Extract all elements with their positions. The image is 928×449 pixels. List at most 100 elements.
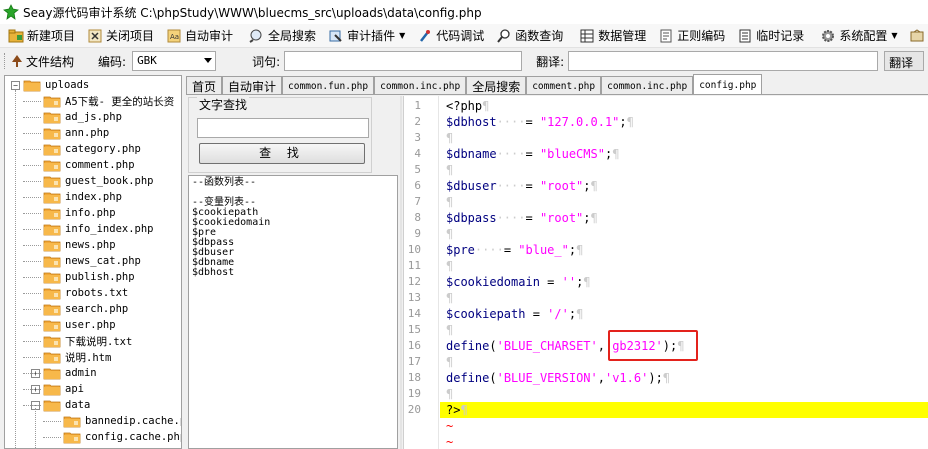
tree-file[interactable]: news.php (31, 237, 116, 253)
code-line[interactable]: ¶ (446, 290, 453, 306)
menu-data-manage[interactable]: 数据管理 (577, 25, 650, 47)
find-button[interactable]: 查 找 (199, 143, 365, 164)
tab-4[interactable]: 全局搜索 (466, 76, 527, 95)
tree-file[interactable]: 下载说明.txt (31, 333, 132, 349)
panel-splitter[interactable] (400, 96, 402, 449)
tree-item-label: user.php (65, 319, 116, 331)
variable-item[interactable]: $dbhost (192, 268, 394, 278)
tree-file[interactable]: search.php (31, 301, 128, 317)
menu-about[interactable]: 关于系统 (907, 25, 928, 47)
line-number: 17 (407, 355, 421, 368)
word-input[interactable] (284, 51, 523, 71)
code-token: , (597, 339, 605, 353)
line-number: 12 (407, 275, 421, 288)
tree-file[interactable]: info_index.php (31, 221, 154, 237)
chevron-down-icon: ▼ (399, 31, 406, 40)
code-line[interactable]: $cookiedomain = '';¶ (446, 274, 591, 290)
menu-function-search[interactable]: 函数查询 (494, 25, 567, 47)
tree-file[interactable]: publish.php (31, 269, 135, 285)
tab-0[interactable]: 首页 (186, 76, 223, 95)
menu-new-project[interactable]: 新建项目 (6, 25, 79, 47)
tree-file[interactable]: bannedip.cache.p (51, 413, 181, 429)
tree-line (23, 373, 41, 374)
tree-file[interactable]: 说明.htm (31, 349, 111, 365)
code-line[interactable]: <?php¶ (446, 98, 489, 114)
tree-file[interactable]: config.cache.php (51, 429, 182, 445)
svg-text:Aa: Aa (170, 33, 179, 41)
code-line[interactable]: ¶ (446, 130, 453, 146)
tree-file[interactable]: news_cat.php (31, 253, 141, 269)
code-line[interactable]: define('BLUE_VERSION','v1.6');¶ (446, 370, 670, 386)
code-line[interactable]: ¶ (446, 322, 453, 338)
code-line[interactable]: $pre····= "blue_";¶ (446, 242, 583, 258)
code-line[interactable]: ¶ (446, 194, 453, 210)
line-number: 20 (407, 403, 421, 416)
tree-file[interactable]: robots.txt (31, 285, 128, 301)
tree-file[interactable]: A5下载- 更全的站长资 (31, 93, 174, 109)
menu-global-search[interactable]: 全局搜索 (247, 25, 320, 47)
menu-plugin[interactable]: 审计插件 ▼ (326, 25, 409, 47)
tab-config-php[interactable]: config.php (693, 74, 763, 95)
menu-label: 代码调试 (436, 29, 485, 43)
code-token: ; (583, 211, 591, 225)
tree-file[interactable]: guest_book.php (31, 173, 154, 189)
tree-file[interactable]: ad_js.php (31, 109, 122, 125)
code-line[interactable]: $dbpass····= "root";¶ (446, 210, 598, 226)
tab-comment-php[interactable]: comment.php (526, 76, 602, 95)
file-icon (43, 94, 61, 108)
code-line[interactable]: ¶ (446, 386, 453, 402)
translate-input[interactable] (568, 51, 879, 71)
tree-file[interactable]: index.php (31, 189, 122, 205)
menu-temp-note[interactable]: 临时记录 (735, 25, 808, 47)
tab-common-inc-php[interactable]: common.inc.php (601, 76, 694, 95)
code-editor[interactable]: 1 2 3 4 5 6 7 8 9 10 11 12 13 14 15 16 17 18 19 20 <?php¶ $d… (403, 96, 928, 449)
tree-file[interactable]: info.php (31, 205, 116, 221)
tab-common-inc-php[interactable]: common.inc.php (374, 76, 467, 95)
file-icon (43, 238, 61, 252)
eol-marker: ¶ (626, 115, 634, 129)
text-search-input[interactable] (197, 118, 369, 138)
code-token: , (597, 371, 605, 385)
code-line[interactable]: ¶ (446, 354, 453, 370)
tab-1[interactable]: 自动审计 (222, 76, 283, 95)
tree-file[interactable]: category.php (31, 141, 141, 157)
variable-item[interactable]: $cookiedomain (192, 218, 394, 228)
line-number-gutter: 1 2 3 4 5 6 7 8 9 10 11 12 13 14 15 16 17 18 19 20 (404, 96, 439, 449)
tree-line (23, 181, 41, 182)
menu-settings-gear[interactable]: 系统配置 ▼ (818, 25, 901, 47)
encoding-select[interactable]: GBK (132, 51, 217, 71)
code-line[interactable]: ?>¶ (446, 402, 468, 418)
translate-button[interactable]: 翻译 (884, 51, 925, 71)
collapse-icon[interactable]: − (11, 80, 20, 90)
tree-file[interactable]: comment.php (31, 157, 135, 173)
tab-common-fun-php[interactable]: common.fun.php (282, 76, 375, 95)
menu-close-project[interactable]: 关闭项目 (85, 25, 158, 47)
tree-item-label: config.cache.php (85, 431, 182, 443)
tree-item-label: comment.php (65, 159, 135, 171)
file-structure-label[interactable]: 文件结构 (26, 53, 74, 70)
code-line[interactable]: $dbname····= "blueCMS";¶ (446, 146, 619, 162)
menu-debug[interactable]: 代码调试 (415, 25, 488, 47)
tree-file[interactable]: ann.php (31, 125, 109, 141)
tree-line (23, 261, 41, 262)
tree-item-label: search.php (65, 303, 129, 315)
code-token: $dbpass (446, 211, 497, 225)
menu-regex-encode[interactable]: 正则编码 (656, 25, 729, 47)
code-line[interactable]: $dbuser····= "root";¶ (446, 178, 598, 194)
function-variable-list[interactable]: --函数列表-- --变量列表-- $cookiepath $cookiedoma… (188, 175, 398, 449)
encoding-label: 编码: (98, 54, 127, 69)
tree-folder[interactable]: − uploads (11, 77, 89, 93)
code-line[interactable]: $cookiepath = '/';¶ (446, 306, 583, 322)
code-line[interactable]: ¶ (446, 162, 453, 178)
code-line[interactable]: $dbhost····= "127.0.0.1";¶ (446, 114, 634, 130)
global-search-icon (249, 28, 265, 44)
code-token: define (446, 371, 490, 385)
menu-auto-audit[interactable]: Aa 自动审计 (164, 25, 237, 47)
file-tree[interactable]: − uploads A5下载- 更全的站长资 ad_js.php ann.php cate… (4, 75, 182, 449)
menu-label: 关闭项目 (106, 29, 155, 43)
tree-file[interactable]: user.php (31, 317, 116, 333)
code-line[interactable]: ¶ (446, 226, 453, 242)
code-line[interactable]: ¶ (446, 258, 453, 274)
toolbar-grip[interactable] (4, 53, 7, 69)
text-search-legend: 文字查找 (197, 96, 250, 113)
